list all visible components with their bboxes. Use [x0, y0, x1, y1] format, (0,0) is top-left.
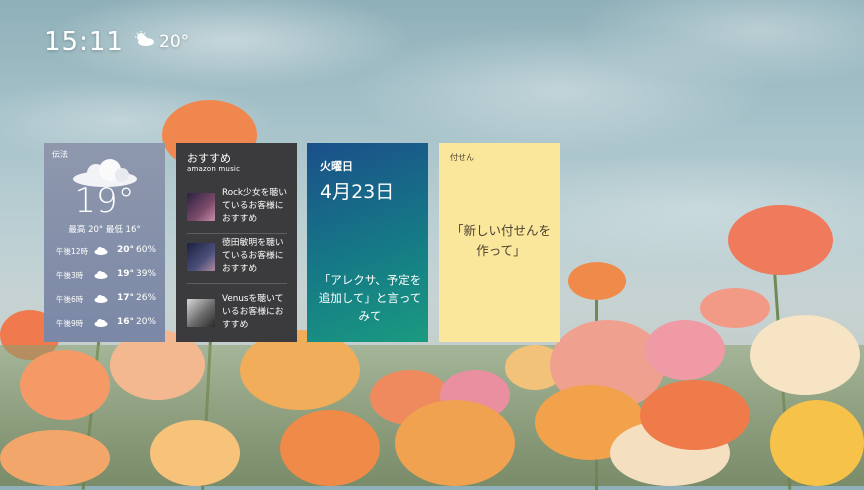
hour-precip: 39% — [136, 269, 157, 279]
weather-hour-row: 午後12時 20° 60% — [44, 243, 165, 259]
hour-precip: 60% — [136, 245, 157, 255]
cloud-icon — [94, 270, 108, 281]
album-thumbnail — [187, 243, 215, 271]
divider — [187, 233, 287, 234]
music-item[interactable]: 徳田敏明を聴いているお客様におすすめ — [187, 237, 290, 281]
sticky-note-card[interactable]: 付せん 「新しい付せんを作って」 — [439, 143, 560, 342]
calendar-date: 4月23日 — [320, 181, 395, 203]
hour-time: 午後9時 — [56, 319, 84, 328]
page-dot — [237, 341, 242, 342]
weather-high-low: 最高 20° 最低 16° — [68, 225, 141, 235]
weather-hour-row: 午後9時 16° 20% — [44, 315, 165, 331]
hour-temp: 20° — [117, 245, 135, 255]
calendar-weekday: 火曜日 — [320, 160, 353, 173]
calendar-hint: 「アレクサ、予定を追加して」と言ってみて — [318, 273, 422, 323]
music-item[interactable]: Rock少女を聴いているお客様におすすめ — [187, 187, 290, 231]
music-recommendation-card[interactable]: おすすめ amazon music Rock少女を聴いているお客様におすすめ 徳… — [176, 143, 297, 342]
clock-time: 15:11 — [44, 27, 124, 57]
cloud-icon — [94, 246, 108, 257]
music-card-title: おすすめ — [187, 152, 231, 165]
sticky-note-title: 付せん — [450, 153, 474, 162]
music-item[interactable]: Venusを聴いているお客様におすすめ — [187, 293, 290, 337]
page-dot — [243, 341, 248, 342]
music-item-text: Venusを聴いているお客様におすすめ — [222, 294, 284, 330]
album-thumbnail — [187, 299, 215, 327]
current-weather[interactable]: 20° — [133, 31, 189, 52]
sticky-note-hint: 「新しい付せんを作って」 — [450, 223, 551, 258]
hour-precip: 26% — [136, 293, 157, 303]
music-item-text: Rock少女を聴いているお客様におすすめ — [222, 188, 288, 224]
hour-time: 午後6時 — [56, 295, 84, 304]
hour-temp: 16° — [117, 317, 135, 327]
hour-time: 午後12時 — [56, 247, 89, 256]
amazon-music-logo: amazon music — [187, 165, 241, 173]
calendar-card[interactable]: 火曜日 4月23日 「アレクサ、予定を追加して」と言ってみて — [307, 143, 428, 342]
weather-current-temp: 19° — [74, 181, 135, 221]
current-temperature: 20° — [159, 31, 190, 52]
hour-temp: 19° — [117, 269, 135, 279]
album-thumbnail — [187, 193, 215, 221]
partly-cloudy-icon — [133, 31, 155, 52]
weather-hour-row: 午後6時 17° 26% — [44, 291, 165, 307]
hour-precip: 20% — [136, 317, 157, 327]
music-item-text: 徳田敏明を聴いているお客様におすすめ — [222, 238, 284, 274]
divider — [187, 283, 287, 284]
page-dot-active — [225, 341, 236, 342]
weather-location: 伝法 — [52, 150, 68, 159]
page-indicator — [176, 333, 297, 342]
hour-temp: 17° — [117, 293, 135, 303]
hour-time: 午後3時 — [56, 271, 84, 280]
cloud-icon — [94, 294, 108, 305]
weather-hour-row: 午後3時 19° 39% — [44, 267, 165, 283]
cloud-icon — [94, 318, 108, 329]
weather-card[interactable]: 伝法 19° 最高 20° 最低 16° 午後12時 20° 60% 午後3時 … — [44, 143, 165, 342]
